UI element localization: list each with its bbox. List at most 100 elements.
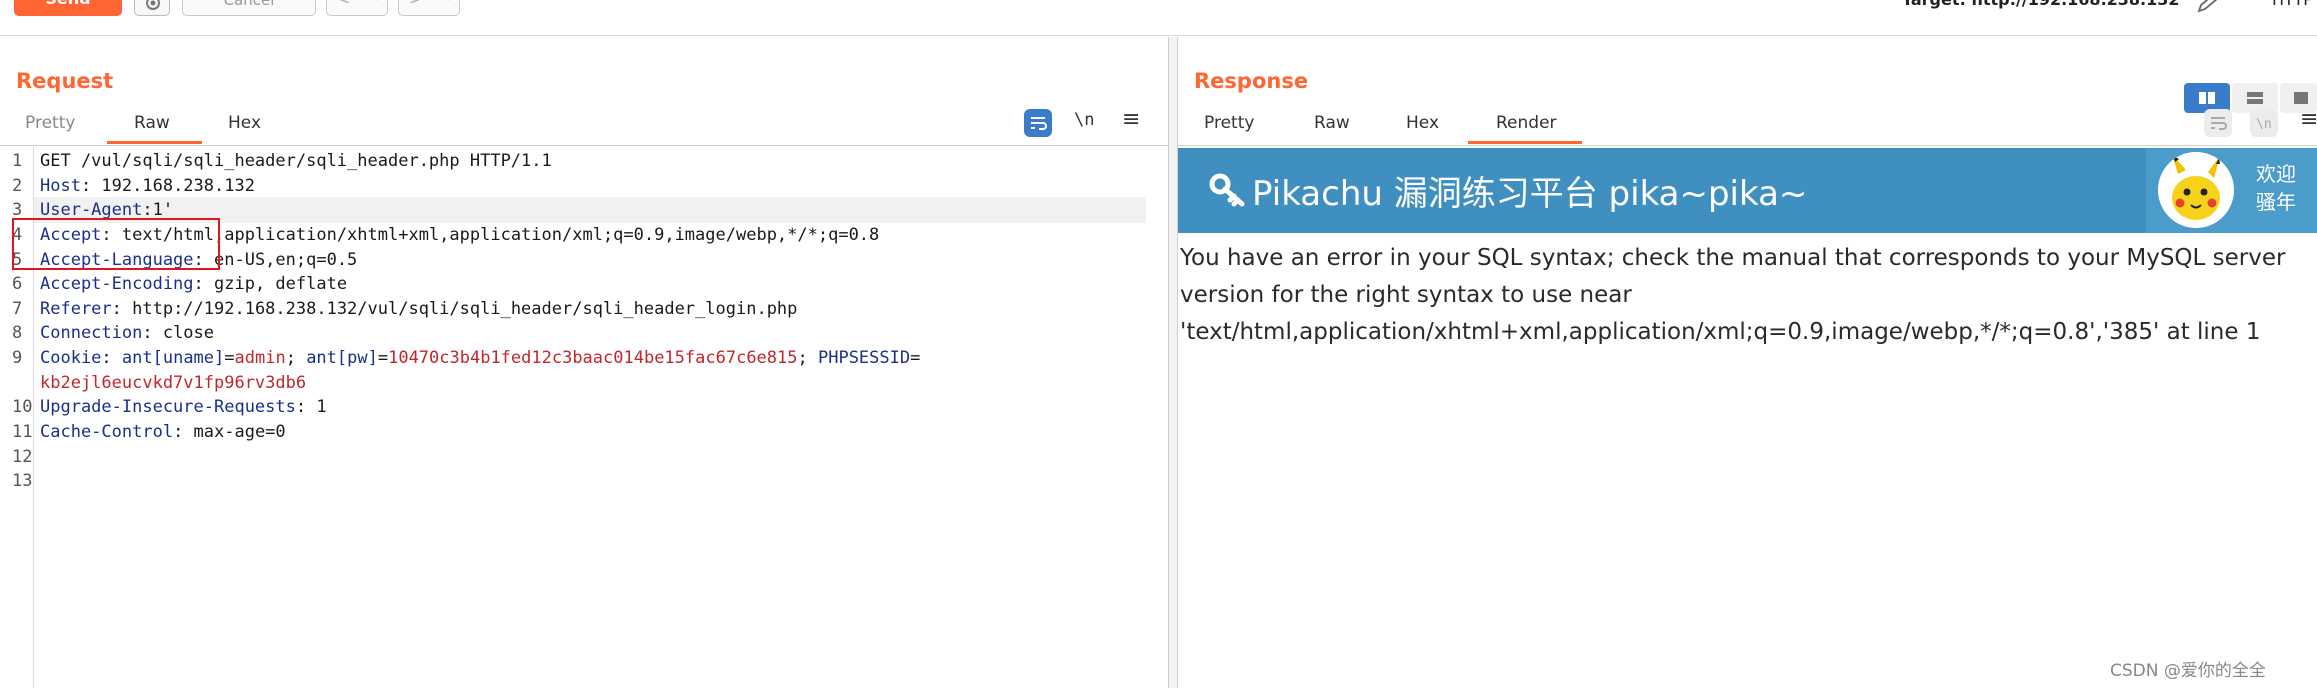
separator: = [910, 348, 921, 368]
header-line: User-Agent:1' [40, 200, 173, 220]
header-value: :1' [142, 200, 174, 220]
back-arrow-icon: < [337, 0, 350, 8]
response-title: Response [1194, 69, 1309, 93]
line-number: 6 [12, 274, 23, 294]
line-number: 9 [12, 348, 23, 368]
separator: ; [797, 348, 818, 368]
protocol-label: HTTP [2272, 0, 2313, 9]
line-number: 3 [12, 200, 23, 220]
header-value: : http://192.168.238.132/vul/sqli/sqli_h… [111, 299, 798, 319]
separator: = [377, 348, 389, 368]
request-panel: Request Pretty Raw Hex \n ≡ 1 2 3 4 5 6 … [0, 37, 1168, 688]
send-button[interactable]: Send [14, 0, 122, 16]
line-number: 8 [12, 323, 23, 343]
word-wrap-button[interactable] [2204, 109, 2232, 141]
panel-splitter[interactable] [1168, 37, 1178, 688]
cookie-value: admin [234, 348, 286, 368]
header-line: Accept-Encoding: gzip, deflate [40, 274, 347, 294]
repeater-toolbar: Send Cancel < ▾ > ▾ Target: http://192.1… [0, 0, 2317, 36]
header-value: : max-age=0 [173, 422, 286, 442]
line-number: 12 [12, 447, 33, 467]
wrap-lines-icon [1024, 109, 1052, 137]
response-tab-render[interactable]: Render [1496, 113, 1557, 133]
key-icon [1208, 172, 1248, 212]
tab-divider [0, 145, 1168, 146]
request-tab-raw[interactable]: Raw [134, 113, 170, 133]
chevron-down-icon: ▾ [445, 0, 451, 4]
header-value: : gzip, deflate [193, 274, 348, 294]
chevron-down-icon: ▾ [373, 0, 379, 4]
response-tab-raw[interactable]: Raw [1314, 113, 1350, 133]
header-line: Referer: http://192.168.238.132/vul/sqli… [40, 299, 797, 319]
word-wrap-button[interactable] [1024, 109, 1052, 141]
page-title: Pikachu 漏洞练习平台 pika~pika~ [1252, 174, 1808, 214]
welcome-line: 骚年 [2256, 190, 2296, 214]
separator: : [101, 348, 122, 368]
header-value: : 1 [295, 397, 327, 417]
line-number: 10 [12, 397, 33, 417]
error-line: 'text/html,application/xhtml+xml,applica… [1180, 319, 2261, 345]
header-key: Host [40, 176, 81, 196]
response-tab-hex[interactable]: Hex [1406, 113, 1439, 133]
sql-error-message: You have an error in your SQL syntax; ch… [1180, 240, 2290, 351]
avatar [2158, 152, 2234, 228]
active-tab-indicator [107, 141, 202, 144]
annotation-highlight-box [12, 218, 220, 270]
cookie-name: ant[uname] [121, 348, 225, 368]
cookie-name: PHPSESSID [817, 348, 911, 368]
request-line: GET /vul/sqli/sqli_header/sqli_header.ph… [40, 151, 552, 171]
request-line-text: GET /vul/sqli/sqli_header/sqli_header.ph… [40, 151, 552, 171]
wrap-lines-icon [2204, 109, 2232, 137]
line-number: 7 [12, 299, 23, 319]
request-tab-pretty[interactable]: Pretty [25, 113, 75, 133]
error-line: You have an error in your SQL syntax; ch… [1180, 245, 2286, 271]
header-line: Upgrade-Insecure-Requests: 1 [40, 397, 327, 417]
request-menu-icon[interactable]: ≡ [1122, 107, 1140, 132]
newline-toggle-button[interactable]: \n [2250, 109, 2278, 141]
header-key: Connection [40, 323, 143, 343]
history-back-button[interactable]: < ▾ [326, 0, 388, 16]
separator: = [224, 348, 235, 368]
header-key: Cookie [40, 348, 102, 368]
request-editor[interactable]: 1 2 3 4 5 6 7 8 9 10 11 12 13 GET /vul/s… [0, 147, 1168, 688]
line-number: 1 [12, 151, 23, 171]
cookie-name: ant[pw] [306, 348, 378, 368]
forward-arrow-icon: > [409, 0, 422, 8]
settings-button[interactable] [134, 0, 170, 16]
request-tab-hex[interactable]: Hex [228, 113, 261, 133]
response-panel: Response Pretty Raw Hex Render \n ≡ Pika… [1178, 37, 2317, 688]
line-number: 11 [12, 422, 33, 442]
cookie-line-continuation: kb2ejl6eucvkd7v1fp96rv3db6 [40, 373, 306, 393]
response-menu-icon[interactable]: ≡ [2300, 107, 2317, 132]
rendered-response: Pikachu 漏洞练习平台 pika~pika~ 欢迎 骚年 You have… [1178, 148, 2317, 688]
response-tab-pretty[interactable]: Pretty [1204, 113, 1254, 133]
header-key: Upgrade-Insecure-Requests [40, 397, 296, 417]
request-title: Request [16, 69, 114, 93]
line-number: 13 [12, 471, 33, 491]
cancel-button[interactable]: Cancel [182, 0, 316, 16]
svg-text:\n: \n [2256, 117, 2272, 132]
header-line: Connection: close [40, 323, 214, 343]
header-value: : close [142, 323, 215, 343]
header-key: User-Agent [40, 200, 143, 220]
newline-toggle-button[interactable]: \n [1074, 110, 1094, 130]
cookie-value: kb2ejl6eucvkd7v1fp96rv3db6 [40, 373, 307, 393]
history-forward-button[interactable]: > ▾ [398, 0, 460, 16]
pikachu-avatar-icon [2158, 152, 2234, 228]
header-line: Cache-Control: max-age=0 [40, 422, 286, 442]
header-value: : 192.168.238.132 [80, 176, 255, 196]
tab-divider [1178, 145, 2317, 146]
cookie-value: 10470c3b4b1fed12c3baac014be15fac67c6e815 [388, 348, 798, 368]
active-tab-indicator [1468, 141, 1582, 144]
header-key: Cache-Control [40, 422, 174, 442]
newline-icon: \n [2250, 109, 2278, 137]
header-key: Accept-Encoding [40, 274, 194, 294]
header-line: Host: 192.168.238.132 [40, 176, 255, 196]
pencil-icon [2197, 0, 2218, 13]
separator: ; [285, 348, 307, 368]
line-number: 2 [12, 176, 23, 196]
burp-repeater-window: Send Cancel < ▾ > ▾ Target: http://192.1… [0, 0, 2317, 688]
gear-icon [146, 0, 160, 10]
edit-target-button[interactable] [2196, 0, 2222, 18]
cookie-line: Cookie: ant[uname]=admin; ant[pw]=10470c… [40, 348, 920, 368]
